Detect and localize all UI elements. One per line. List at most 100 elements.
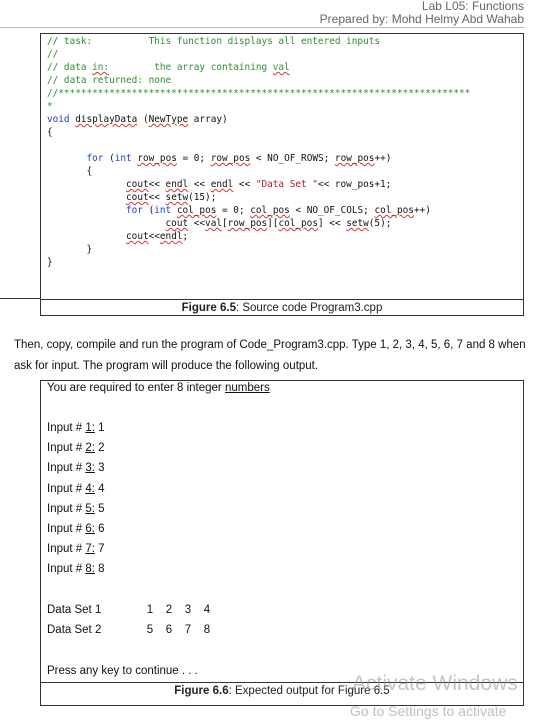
caption-rule	[41, 299, 523, 300]
data-set-value: 6	[165, 624, 173, 636]
code-token: <<	[148, 192, 166, 203]
code-token: void	[47, 114, 76, 125]
code-token: row_pos	[210, 153, 251, 164]
code-token: displayData	[75, 114, 138, 125]
instruction-paragraph: Then, copy, compile and run the program …	[14, 339, 526, 372]
code-token: the array containing	[109, 62, 273, 73]
input-label: Input #	[47, 442, 86, 455]
code-token: "Data Set "	[255, 179, 318, 190]
input-value: 1	[94, 422, 105, 434]
input-number: 7:	[85, 543, 95, 556]
data-set-value: 5	[146, 624, 154, 636]
header-rule	[0, 27, 524, 28]
output-intro: You are required to enter 8 integer numb…	[47, 381, 270, 395]
code-token: {	[47, 166, 93, 177]
data-set-value: 2	[165, 604, 173, 616]
code-line: // task: This function displays all ente…	[47, 35, 470, 48]
code-token: < NO_OF_ROWS;	[250, 153, 335, 164]
code-token: for	[86, 153, 104, 164]
code-token: <<	[148, 179, 166, 190]
input-line: Input # 5: 5	[47, 502, 105, 516]
input-value: 5	[94, 502, 105, 515]
code-token: }	[47, 244, 93, 255]
input-value: 3	[94, 462, 105, 475]
input-label: Input #	[47, 462, 86, 475]
input-number: 3:	[85, 462, 95, 475]
input-label: Input #	[47, 502, 86, 515]
data-set-value: 3	[184, 604, 192, 616]
code-line: }	[47, 243, 470, 256]
code-line: cout<< endl << endl << "Data Set "<< row…	[47, 178, 470, 191]
code-token: (	[103, 153, 115, 164]
input-value: 2	[94, 442, 105, 455]
code-token: ][	[267, 218, 279, 229]
code-token: setw	[165, 192, 189, 203]
data-set-value: 7	[184, 624, 192, 636]
input-label: Input #	[47, 563, 86, 576]
code-token: ] <<	[317, 218, 347, 229]
input-label: Input #	[47, 422, 86, 434]
code-token: row_pos	[227, 218, 268, 229]
code-token: <<	[233, 179, 256, 190]
code-token: //	[47, 49, 59, 60]
input-number: 6:	[85, 523, 95, 535]
code-token: endl	[210, 179, 234, 190]
input-value: 7	[94, 543, 105, 556]
code-token: endl	[159, 231, 183, 242]
code-token: int	[114, 153, 132, 164]
code-token: *	[47, 101, 53, 112]
source-code: // task: This function displays all ente…	[47, 35, 470, 269]
input-number: 2:	[85, 442, 95, 455]
figure-label: Figure 6.6	[174, 685, 229, 697]
input-line: Input # 6: 6	[47, 522, 105, 536]
code-token: val	[205, 218, 222, 229]
input-number: 8:	[85, 563, 95, 576]
code-token: ;	[182, 231, 189, 242]
input-number: 4:	[85, 482, 95, 495]
input-line: Input # 8: 8	[47, 562, 105, 576]
code-token: <<	[148, 231, 160, 242]
input-line: Input # 3: 3	[47, 461, 105, 475]
input-value: 4	[94, 482, 105, 495]
code-token: // data	[47, 62, 93, 73]
code-token: in:	[92, 62, 110, 73]
code-token: }	[47, 257, 53, 268]
code-line: *	[47, 100, 470, 113]
data-set-value: 4	[203, 604, 211, 616]
input-line: Input # 4: 4	[47, 482, 105, 496]
code-token: NewType	[148, 114, 189, 125]
code-line: cout<< setw(15);	[47, 191, 470, 204]
input-line: Input # 7: 7	[47, 542, 105, 556]
input-line: Input # 1: 1	[47, 421, 105, 435]
code-line: //**************************************…	[47, 87, 470, 100]
activation-watermark-hint: Go to Settings to activate	[350, 703, 507, 719]
code-line: cout<<endl;	[47, 230, 470, 243]
data-set-value: 1	[146, 604, 154, 616]
figure-caption: Figure 6.5: Source code Program3.cpp	[41, 302, 523, 314]
code-token: (	[137, 114, 149, 125]
code-token: // data returned: none	[47, 75, 172, 86]
code-token: (	[142, 205, 155, 216]
code-token: for	[126, 205, 143, 216]
input-number: 5:	[85, 502, 95, 515]
input-value: 8	[94, 563, 105, 576]
input-number: 1:	[85, 422, 95, 434]
code-token: (15);	[188, 192, 217, 203]
code-line: //	[47, 48, 470, 61]
code-line: }	[47, 256, 470, 269]
code-token: < NO_OF_COLS;	[289, 205, 375, 216]
code-token: cout	[126, 231, 149, 242]
data-set-row: Data Set 2 5678	[47, 623, 247, 637]
code-token: int	[154, 205, 172, 216]
code-token: <<	[188, 179, 211, 190]
code-token: cout	[126, 192, 149, 203]
data-set-label: Data Set 2	[47, 624, 102, 636]
output-intro-text: You are required to enter 8 integer	[47, 382, 225, 394]
data-set-label: Data Set 1	[47, 604, 102, 616]
